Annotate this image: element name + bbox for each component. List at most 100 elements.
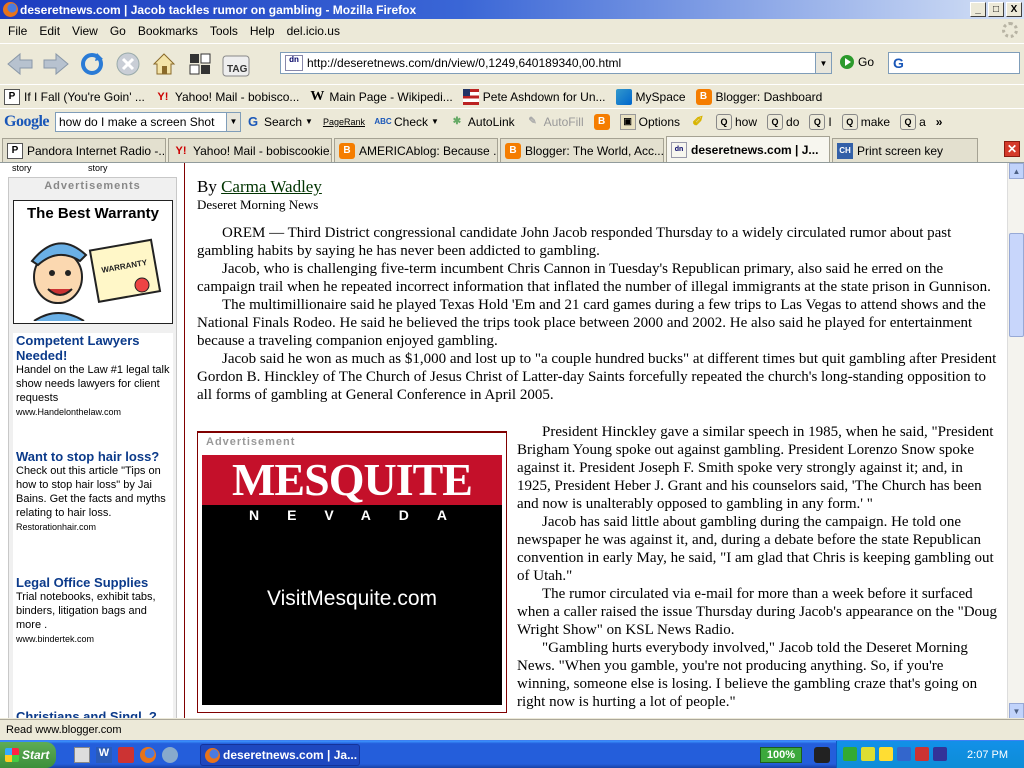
tray-alert-icon[interactable]	[915, 747, 929, 761]
menu-edit[interactable]: Edit	[33, 24, 66, 38]
stop-button[interactable]	[112, 48, 144, 80]
tray-app-icon[interactable]	[843, 747, 857, 761]
zoom-indicator[interactable]: 100%	[760, 747, 802, 763]
pagerank-indicator[interactable]: PageRank	[323, 117, 365, 127]
term-button-i[interactable]: QI	[809, 113, 832, 130]
tray-network-icon[interactable]	[897, 747, 911, 761]
blogger-icon: B	[593, 113, 610, 130]
term-button-a[interactable]: Qa	[900, 113, 926, 130]
bookmark-label: Pete Ashdown for Un...	[482, 89, 606, 104]
options-button[interactable]: ▣ Options	[619, 113, 680, 130]
reload-icon	[81, 52, 103, 75]
ad-christians-singles[interactable]: Christians and Singl..?	[16, 709, 174, 718]
bookmark-blogger-dashboard[interactable]: B Blogger: Dashboard	[695, 88, 822, 105]
url-dropdown-button[interactable]: ▼	[815, 53, 831, 73]
page-content[interactable]: story story Advertisements The Best Warr…	[0, 162, 1024, 718]
term-button-how[interactable]: Qhow	[716, 113, 757, 130]
close-window-button[interactable]: X	[1006, 2, 1022, 17]
scrollbar-thumb[interactable]	[1009, 233, 1024, 337]
toolbar-overflow-button[interactable]: »	[936, 115, 943, 129]
ad-title[interactable]: Competent Lawyers Needed!	[16, 333, 174, 363]
ad-url[interactable]: Restorationhair.com	[16, 520, 174, 534]
tab-americablog[interactable]: B AMERICAblog: Because ...	[334, 138, 498, 162]
ad-lawyers[interactable]: Competent Lawyers Needed! Handel on the …	[16, 333, 174, 419]
go-button[interactable]: Go	[840, 55, 874, 69]
autolink-button[interactable]: ✱ AutoLink	[449, 114, 515, 130]
bookmark-yahoo-mail[interactable]: Y! Yahoo! Mail - bobisco...	[155, 89, 299, 105]
term-button-do[interactable]: Qdo	[767, 113, 799, 130]
close-tab-button[interactable]: ✕	[1004, 141, 1020, 157]
window-titlebar[interactable]: deseretnews.com | Jacob tackles rumor on…	[0, 0, 1024, 19]
ad-hair-loss[interactable]: Want to stop hair loss? Check out this a…	[16, 449, 174, 534]
warranty-ad-banner[interactable]: The Best Warranty WARRANTY	[13, 200, 173, 324]
tray-monitor-icon[interactable]	[933, 747, 947, 761]
menu-go[interactable]: Go	[104, 24, 132, 38]
ad-title[interactable]: Legal Office Supplies	[16, 575, 174, 590]
story-label: story	[12, 163, 32, 173]
google-search-button[interactable]: G Search ▼	[245, 114, 313, 130]
ad-url[interactable]: www.Handelonthelaw.com	[16, 405, 174, 419]
tab-blogger-world[interactable]: B Blogger: The World, Acc...	[500, 138, 664, 162]
word-icon[interactable]: W	[96, 747, 112, 763]
menu-file[interactable]: File	[2, 24, 33, 38]
minimize-button[interactable]: _	[970, 2, 986, 17]
media-icon[interactable]	[118, 747, 134, 763]
chevron-down-icon: ▼	[305, 117, 313, 126]
blogger-button[interactable]: B	[593, 113, 610, 130]
firefox-quicklaunch-icon[interactable]	[140, 747, 156, 763]
messenger-icon[interactable]	[162, 747, 178, 763]
ad-title[interactable]: Want to stop hair loss?	[16, 449, 174, 464]
taskbar-firefox-window[interactable]: deseretnews.com | Ja...	[200, 744, 360, 766]
highlight-button[interactable]: ✐	[690, 113, 706, 130]
back-button[interactable]	[4, 48, 36, 80]
search-box[interactable]: G	[888, 52, 1020, 74]
start-button[interactable]: Start	[0, 742, 56, 768]
bookmark-myspace[interactable]: MySpace	[615, 88, 686, 105]
home-button[interactable]	[148, 48, 180, 80]
ad-legal-supplies[interactable]: Legal Office Supplies Trial notebooks, e…	[16, 575, 174, 646]
warranty-cartoon-icon: WARRANTY	[30, 238, 162, 321]
show-desktop-icon[interactable]	[74, 747, 90, 763]
bookmark-pete-ashdown[interactable]: Pete Ashdown for Un...	[462, 88, 606, 105]
mesquite-ad-banner[interactable]: MESQUITE NEVADA VisitMesquite.com	[202, 455, 502, 705]
google-logo[interactable]: Google	[4, 113, 50, 131]
forward-button[interactable]	[40, 48, 72, 80]
tag-icon: TAG	[222, 55, 250, 76]
url-input[interactable]	[307, 56, 815, 70]
spell-check-button[interactable]: ABC Check ▼	[374, 114, 439, 130]
menu-delicious[interactable]: del.icio.us	[281, 24, 346, 38]
bookmark-wikipedia[interactable]: W Main Page - Wikipedi...	[309, 89, 452, 105]
scroll-up-arrow-icon[interactable]: ▲	[1009, 163, 1024, 179]
tab-pandora[interactable]: P Pandora Internet Radio -...	[2, 138, 166, 162]
tab-deseretnews[interactable]: dn deseretnews.com | J...	[666, 136, 830, 162]
search-term-icon: Q	[900, 113, 917, 130]
maximize-button[interactable]: □	[988, 2, 1004, 17]
tab-yahoo-mail[interactable]: Y! Yahoo! Mail - bobiscookie...	[168, 138, 332, 162]
screenshot-button[interactable]	[184, 48, 216, 80]
clock[interactable]: 2:07 PM	[967, 749, 1008, 761]
google-search-dropdown[interactable]: ▼	[226, 112, 240, 131]
scroll-down-arrow-icon[interactable]: ▼	[1009, 703, 1024, 718]
google-search-field[interactable]: ▼	[55, 111, 241, 132]
tray-d-icon[interactable]	[879, 747, 893, 761]
term-button-make[interactable]: Qmake	[841, 113, 890, 130]
menu-bookmarks[interactable]: Bookmarks	[132, 24, 204, 38]
vertical-scrollbar[interactable]: ▲ ▼	[1007, 163, 1024, 718]
ad-title[interactable]: Christians and Singl..?	[16, 709, 174, 718]
speaker-icon[interactable]	[861, 747, 875, 761]
ad-url[interactable]: www.bindertek.com	[16, 632, 174, 646]
menu-tools[interactable]: Tools	[204, 24, 244, 38]
url-bar[interactable]: dn ▼	[280, 52, 832, 74]
author-link[interactable]: Carma Wadley	[221, 177, 322, 196]
google-search-input[interactable]	[56, 114, 226, 129]
menu-view[interactable]: View	[66, 24, 104, 38]
autofill-button[interactable]: ✎ AutoFill	[525, 114, 583, 130]
tag-button[interactable]: TAG	[220, 48, 252, 80]
reload-button[interactable]	[76, 48, 108, 80]
network-plug-icon[interactable]	[814, 747, 830, 763]
tab-print-screen-key[interactable]: CH Print screen key	[832, 138, 978, 162]
tab-label: Yahoo! Mail - bobiscookie...	[193, 143, 332, 158]
menu-help[interactable]: Help	[244, 24, 281, 38]
options-label: Options	[638, 114, 680, 129]
bookmark-if-i-fall[interactable]: P If I Fall (You're Goin' ...	[4, 88, 145, 105]
